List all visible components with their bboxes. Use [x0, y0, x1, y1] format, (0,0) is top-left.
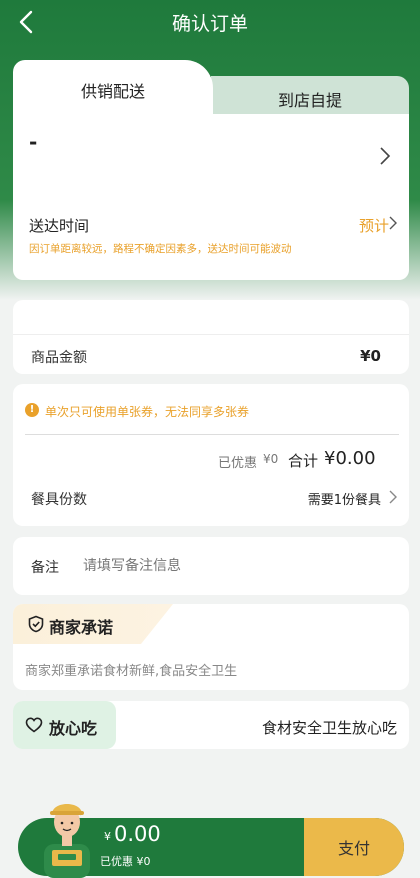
pay-currency: ¥ [104, 830, 111, 843]
heart-icon [25, 717, 43, 733]
remark-label: 备注 [31, 560, 59, 576]
shield-check-icon [28, 615, 44, 633]
coupon-card: ! 单次只可使用单张券，无法同享多张券 已优惠 ¥0 合计 ¥0.00 餐具份数… [13, 384, 409, 526]
promise-title: 商家承诺 [49, 618, 114, 637]
discount-value: ¥0 [263, 452, 279, 466]
remark-input[interactable] [83, 554, 383, 578]
tab-pickup[interactable]: 到店自提 [211, 76, 409, 116]
tab-delivery[interactable]: 供销配送 [13, 60, 213, 116]
info-icon: ! [25, 403, 39, 417]
tableware-label: 餐具份数 [31, 492, 87, 508]
delivery-card: 到店自提 供销配送 - 送达时间 预计 因订单距离较远，路程不确定因素多，送达时… [13, 60, 409, 280]
pay-amount: 0.00 [114, 822, 161, 846]
safety-title: 放心吃 [49, 719, 98, 738]
tableware-value[interactable]: 需要1份餐具 [308, 489, 381, 508]
promise-text: 商家郑重承诺食材新鲜,食品安全卫生 [25, 664, 238, 679]
chevron-right-icon[interactable] [389, 490, 397, 504]
goods-amount-row: 商品金额 ¥0 [13, 334, 409, 374]
goods-list-area [13, 300, 409, 334]
pay-discount: 已优惠 ¥0 [100, 855, 151, 868]
discount-label: 已优惠 [218, 456, 258, 471]
tab-delivery-label: 供销配送 [80, 82, 145, 101]
top-bar: 确认订单 [0, 0, 420, 44]
chevron-right-icon[interactable] [379, 146, 391, 166]
chevron-right-icon[interactable] [389, 216, 397, 230]
total-value: ¥0.00 [324, 448, 376, 469]
coupon-note: 单次只可使用单张券，无法同享多张券 [45, 405, 250, 419]
address-text[interactable]: - [29, 130, 37, 154]
remark-row: 备注 [13, 537, 409, 595]
tab-pickup-label: 到店自提 [277, 91, 342, 110]
delivery-time-note: 因订单距离较远，路程不确定因素多，送达时间可能波动 [29, 243, 292, 255]
food-safety-card: 放心吃 食材安全卫生放心吃 [13, 701, 409, 749]
divider [25, 434, 399, 435]
page-title: 确认订单 [171, 13, 248, 35]
delivery-time-label: 送达时间 [29, 217, 90, 235]
goods-amount-value: ¥0 [360, 347, 381, 365]
delivery-time-estimate[interactable]: 预计 [359, 215, 389, 236]
courier-mascot-icon [44, 804, 90, 878]
goods-amount-label: 商品金额 [31, 350, 87, 366]
total-label: 合计 [288, 452, 319, 470]
merchant-promise-card: 商家承诺 商家郑重承诺食材新鲜,食品安全卫生 [13, 604, 409, 690]
safety-text: 食材安全卫生放心吃 [261, 719, 397, 737]
pay-button[interactable]: 支付 [304, 818, 404, 876]
